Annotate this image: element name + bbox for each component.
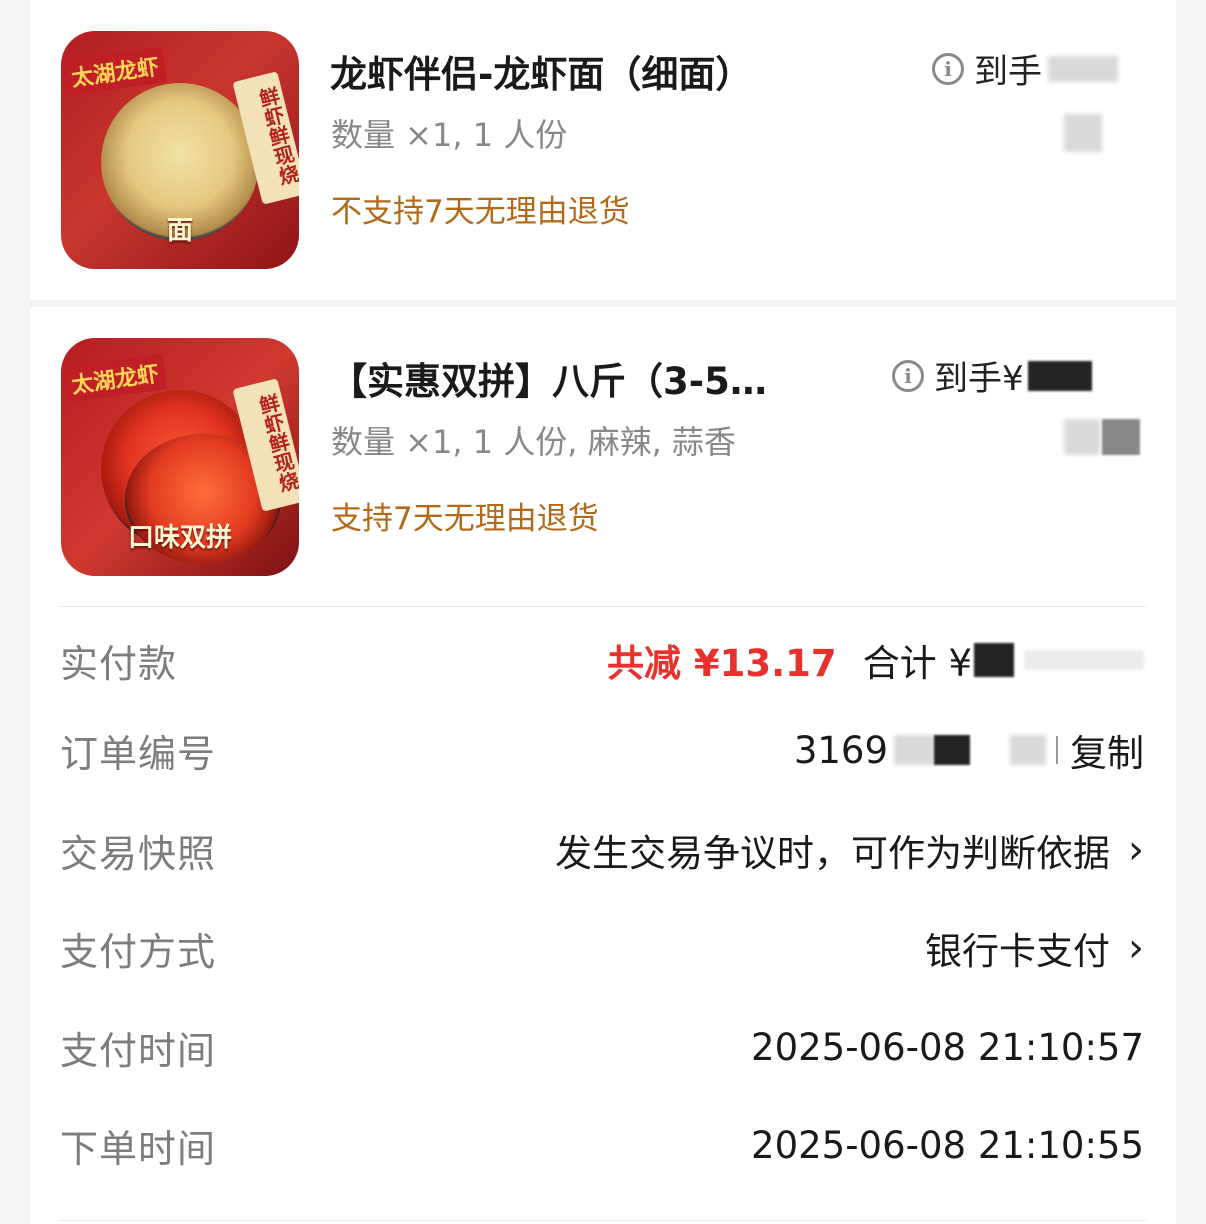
redacted-original-price <box>1064 419 1100 455</box>
chevron-right-icon[interactable]: › <box>1128 925 1144 971</box>
price-label: 到手 <box>974 52 1042 92</box>
payment-method-row[interactable]: 支付方式 银行卡支付 › <box>60 918 1144 978</box>
product-item[interactable]: 太湖龙虾 鲜虾鲜现烧 面 龙虾伴侣-龙虾面（细面） 数量 ×1, 1 人份 不支… <box>30 0 1176 300</box>
pay-time-label: 支付时间 <box>60 1028 217 1073</box>
info-circle-icon[interactable]: i <box>932 52 964 85</box>
return-policy: 不支持7天无理由退货 <box>331 194 630 230</box>
order-detail-card: 太湖龙虾 鲜虾鲜现烧 面 龙虾伴侣-龙虾面（细面） 数量 ×1, 1 人份 不支… <box>30 0 1176 1224</box>
image-caption: 面 <box>166 216 193 246</box>
chevron-right-icon[interactable]: › <box>1128 827 1144 873</box>
order-number-value: 3169 <box>793 728 888 772</box>
redacted-order-number <box>1010 735 1046 765</box>
redacted-price <box>1027 360 1092 391</box>
redacted-order-number <box>934 735 970 765</box>
payment-method-value[interactable]: 银行卡支付 <box>925 921 1110 975</box>
product-item[interactable]: 太湖龙虾 鲜虾鲜现烧 口味双拼 【实惠双拼】八斤（3-5… 数量 ×1, 1 人… <box>30 307 1176 607</box>
order-number-label: 订单编号 <box>60 731 217 776</box>
return-policy: 支持7天无理由退货 <box>331 501 599 537</box>
redacted-order-number <box>894 735 934 765</box>
price-info[interactable]: i 到手 <box>932 44 1118 93</box>
pay-time-row: 支付时间 2025-06-08 21:10:57 <box>60 1017 1144 1077</box>
redacted-price <box>1048 55 1118 82</box>
paid-amount-label: 实付款 <box>60 641 178 686</box>
redacted-total <box>1024 650 1144 670</box>
redacted-original-price <box>1064 114 1102 152</box>
product-thumbnail[interactable]: 太湖龙虾 鲜虾鲜现烧 口味双拼 <box>61 338 299 576</box>
snapshot-row[interactable]: 交易快照 发生交易争议时，可作为判断依据 › <box>60 820 1144 880</box>
image-caption: 口味双拼 <box>127 523 232 553</box>
product-title[interactable]: 【实惠双拼】八斤（3-5… <box>330 351 767 405</box>
copy-button[interactable]: 复制 <box>1070 723 1144 777</box>
redacted-total <box>974 643 1014 677</box>
price-info[interactable]: i 到手¥ <box>892 351 1092 400</box>
product-spec: 数量 ×1, 1 人份, 麻辣, 蒜香 <box>331 423 736 461</box>
total-reduction: 共减 ¥13.17 <box>607 642 837 685</box>
order-time-row: 下单时间 2025-06-08 21:10:55 <box>60 1115 1144 1175</box>
product-thumbnail[interactable]: 太湖龙虾 鲜虾鲜现烧 面 <box>61 31 299 269</box>
snapshot-label: 交易快照 <box>60 831 217 876</box>
total-label: 合计 ¥ <box>862 642 972 685</box>
pay-time-value: 2025-06-08 21:10:57 <box>751 1025 1144 1069</box>
product-divider <box>30 300 1176 307</box>
section-divider <box>60 606 1146 607</box>
copy-divider <box>1056 736 1058 764</box>
price-label: 到手¥ <box>934 359 1024 399</box>
redacted-original-price <box>1102 419 1140 455</box>
paid-amount-row: 实付款 共减 ¥13.17 合计 ¥ <box>60 630 1144 690</box>
product-spec: 数量 ×1, 1 人份 <box>331 116 568 154</box>
order-time-value: 2025-06-08 21:10:55 <box>751 1123 1144 1167</box>
order-number-row: 订单编号 3169 复制 <box>60 720 1144 780</box>
snapshot-value[interactable]: 发生交易争议时，可作为判断依据 <box>555 823 1110 877</box>
order-time-label: 下单时间 <box>60 1126 217 1171</box>
info-circle-icon[interactable]: i <box>892 359 924 392</box>
section-divider <box>60 1220 1146 1221</box>
payment-method-label: 支付方式 <box>60 929 217 974</box>
product-title[interactable]: 龙虾伴侣-龙虾面（细面） <box>330 44 752 98</box>
